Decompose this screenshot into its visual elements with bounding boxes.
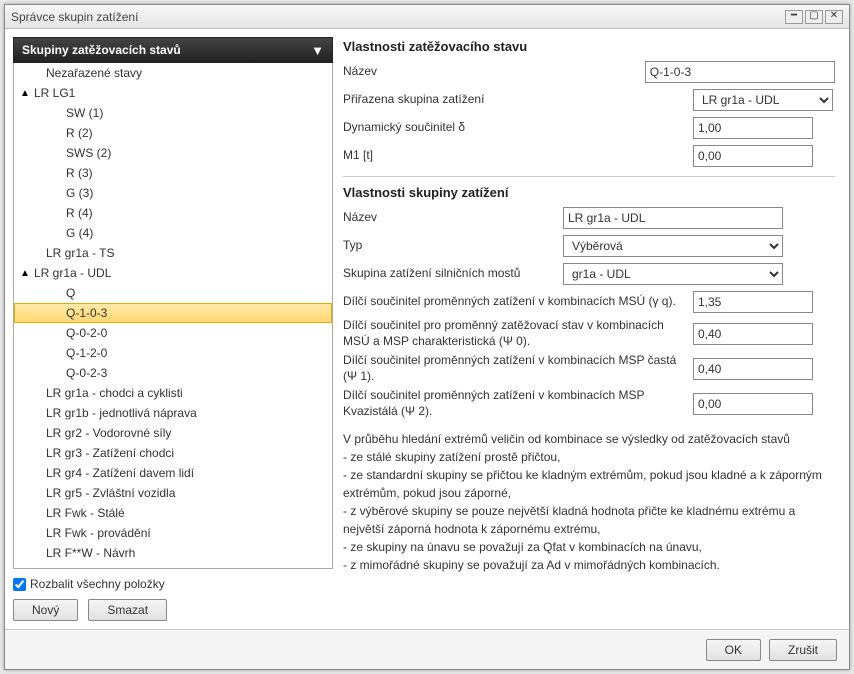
- grp-c3-input[interactable]: [693, 358, 813, 380]
- new-button[interactable]: Nový: [13, 599, 78, 621]
- tree-item-label: LR Fwk - Stálé: [20, 506, 125, 520]
- tree-item[interactable]: LR Fwk - provádění: [14, 523, 332, 543]
- grp-c4-label: Dílčí součinitel proměnných zatížení v k…: [343, 388, 693, 419]
- tree-item-label: LR gr5 - Zvláštní vozidla: [20, 486, 175, 500]
- collapse-icon[interactable]: ▲: [20, 268, 30, 279]
- tree-item-label: Q: [20, 286, 75, 300]
- tree-item[interactable]: ▲LR LG1: [14, 83, 332, 103]
- tree-item[interactable]: Q: [14, 283, 332, 303]
- tree-item[interactable]: SW (1): [14, 103, 332, 123]
- minimize-icon[interactable]: ━: [785, 10, 803, 24]
- group-section-title: Vlastnosti skupiny zatížení: [343, 185, 835, 200]
- tree-item[interactable]: LR gr5 - Zvláštní vozidla: [14, 483, 332, 503]
- tree-item-label: R (3): [20, 166, 93, 180]
- tree-item[interactable]: G (4): [14, 223, 332, 243]
- expand-all-input[interactable]: [13, 578, 26, 591]
- tree-item-label: G (4): [20, 226, 93, 240]
- grp-name-label: Název: [343, 210, 563, 226]
- tree-item-label: LR gr1a - TS: [20, 246, 114, 260]
- lc-group-select[interactable]: LR gr1a - UDL: [693, 89, 833, 111]
- titlebar[interactable]: Správce skupin zatížení ━ ▢ ✕: [5, 5, 849, 29]
- lc-m1-label: M1 [t]: [343, 148, 693, 164]
- close-icon[interactable]: ✕: [825, 10, 843, 24]
- filter-icon[interactable]: ▼: [311, 43, 324, 58]
- grp-type-label: Typ: [343, 238, 563, 254]
- tree-item[interactable]: R (3): [14, 163, 332, 183]
- expand-all-label: Rozbalit všechny položky: [30, 577, 165, 591]
- grp-c4-input[interactable]: [693, 393, 813, 415]
- ok-button[interactable]: OK: [706, 639, 761, 661]
- grp-bridge-label: Skupina zatížení silničních mostů: [343, 266, 563, 282]
- lc-dyn-input[interactable]: [693, 117, 813, 139]
- window-title: Správce skupin zatížení: [11, 10, 138, 24]
- tree-item[interactable]: LR gr1a - chodci a cyklisti: [14, 383, 332, 403]
- tree-item-label: LR gr1a - UDL: [30, 266, 111, 280]
- tree-item-label: R (2): [20, 126, 93, 140]
- tree-item[interactable]: LR gr1a - TS: [14, 243, 332, 263]
- info-text: V průběhu hledání extrémů veličin od kom…: [343, 430, 835, 574]
- lc-name-label: Název: [343, 64, 645, 80]
- tree-item-label: LR gr2 - Vodorovné síly: [20, 426, 171, 440]
- tree-item-label: Nezařazené stavy: [20, 66, 142, 80]
- tree-item[interactable]: LR F**W - Návrh: [14, 543, 332, 563]
- lc-m1-input[interactable]: [693, 145, 813, 167]
- tree-header: Skupiny zatěžovacích stavů ▼: [13, 37, 333, 63]
- grp-name-input[interactable]: [563, 207, 783, 229]
- tree-item[interactable]: Q-1-0-3: [14, 303, 332, 323]
- tree-item[interactable]: ▲LR gr1a - UDL: [14, 263, 332, 283]
- collapse-icon[interactable]: ▲: [20, 88, 30, 99]
- grp-bridge-select[interactable]: gr1a - UDL: [563, 263, 783, 285]
- grp-c2-input[interactable]: [693, 323, 813, 345]
- expand-all-checkbox[interactable]: Rozbalit všechny položky: [13, 577, 333, 591]
- tree-item[interactable]: LR gr3 - Zatížení chodci: [14, 443, 332, 463]
- tree-item-label: Q-1-2-0: [20, 346, 107, 360]
- tree-item-label: Q-1-0-3: [20, 306, 107, 320]
- lc-group-label: Přiřazena skupina zatížení: [343, 92, 693, 108]
- tree-item[interactable]: G (3): [14, 183, 332, 203]
- dialog-window: Správce skupin zatížení ━ ▢ ✕ Skupiny za…: [4, 4, 850, 670]
- load-group-tree[interactable]: Nezařazené stavy▲LR LG1SW (1)R (2)SWS (2…: [13, 63, 333, 569]
- grp-c2-label: Dílčí součinitel pro proměnný zatěžovací…: [343, 318, 693, 349]
- tree-item[interactable]: LR gr4 - Zatížení davem lidí: [14, 463, 332, 483]
- tree-item-label: LR gr1b - jednotlivá náprava: [20, 406, 197, 420]
- tree-item-label: SWS (2): [20, 146, 111, 160]
- tree-item-label: LR LG1: [30, 86, 75, 100]
- tree-item-label: R (4): [20, 206, 93, 220]
- tree-item[interactable]: Q-0-2-3: [14, 363, 332, 383]
- delete-button[interactable]: Smazat: [88, 599, 167, 621]
- tree-item[interactable]: Nezařazené stavy: [14, 63, 332, 83]
- tree-item-label: LR gr4 - Zatížení davem lidí: [20, 466, 194, 480]
- tree-item-label: LR gr1a - chodci a cyklisti: [20, 386, 183, 400]
- tree-item-label: G (3): [20, 186, 93, 200]
- tree-item[interactable]: Q-0-2-0: [14, 323, 332, 343]
- tree-item[interactable]: R (2): [14, 123, 332, 143]
- grp-c1-input[interactable]: [693, 291, 813, 313]
- lc-name-input[interactable]: [645, 61, 835, 83]
- tree-item[interactable]: LR gr1b - jednotlivá náprava: [14, 403, 332, 423]
- cancel-button[interactable]: Zrušit: [769, 639, 837, 661]
- tree-item[interactable]: Q-1-2-0: [14, 343, 332, 363]
- tree-item[interactable]: LR gr2 - Vodorovné síly: [14, 423, 332, 443]
- grp-c3-label: Dílčí součinitel proměnných zatížení v k…: [343, 353, 693, 384]
- tree-item-label: LR F**W - Návrh: [20, 546, 135, 560]
- tree-item-label: LR gr3 - Zatížení chodci: [20, 446, 174, 460]
- tree-header-label: Skupiny zatěžovacích stavů: [22, 43, 181, 57]
- tree-item[interactable]: R (4): [14, 203, 332, 223]
- tree-item[interactable]: LR Fwk - Stálé: [14, 503, 332, 523]
- grp-type-select[interactable]: Výběrová: [563, 235, 783, 257]
- tree-item-label: Q-0-2-3: [20, 366, 107, 380]
- tree-item-label: SW (1): [20, 106, 103, 120]
- tree-item-label: Q-0-2-0: [20, 326, 107, 340]
- grp-c1-label: Dílčí součinitel proměnných zatížení v k…: [343, 294, 693, 310]
- maximize-icon[interactable]: ▢: [805, 10, 823, 24]
- tree-item-label: LR Fwk - provádění: [20, 526, 151, 540]
- tree-item[interactable]: SWS (2): [14, 143, 332, 163]
- loadcase-section-title: Vlastnosti zatěžovacího stavu: [343, 39, 835, 54]
- lc-dyn-label: Dynamický součinitel δ: [343, 120, 693, 136]
